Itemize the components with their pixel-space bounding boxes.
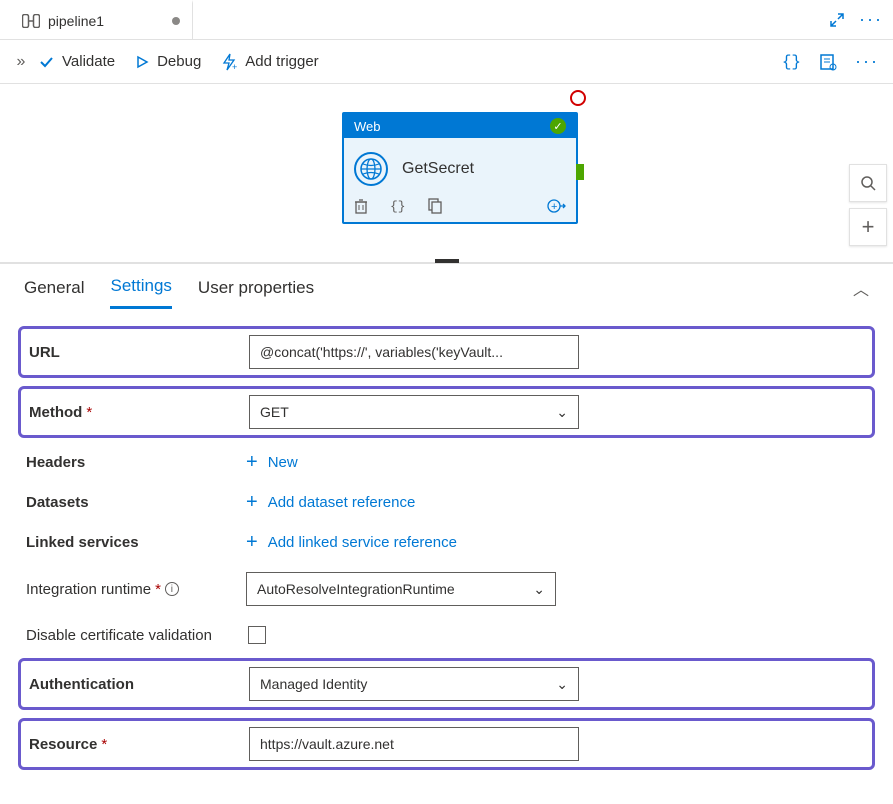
search-canvas-button[interactable]	[849, 164, 887, 202]
integration-runtime-select[interactable]: AutoResolveIntegrationRuntime ⌄	[246, 572, 556, 606]
bolt-icon: +	[221, 53, 237, 71]
label-resource: Resource *	[29, 736, 249, 753]
braces-icon[interactable]: {}	[782, 53, 801, 71]
chevron-down-icon: ⌄	[556, 404, 568, 421]
settings-form: URL Method * GET ⌄ Headers +New Datasets…	[0, 312, 893, 804]
disable-cert-checkbox[interactable]	[248, 626, 266, 644]
expand-icon[interactable]	[829, 12, 845, 28]
web-activity[interactable]: Web ✓ GetSecret {} +	[342, 112, 578, 224]
pipeline-tab[interactable]: pipeline1	[10, 0, 193, 39]
highlight-resource: Resource *	[18, 718, 875, 770]
editor-tab-bar: pipeline1 ···	[0, 0, 893, 40]
label-datasets: Datasets	[26, 494, 246, 511]
svg-text:+: +	[551, 201, 557, 213]
more-icon[interactable]: ···	[859, 9, 883, 30]
url-input[interactable]	[249, 335, 579, 369]
highlight-authentication: Authentication Managed Identity ⌄	[18, 658, 875, 710]
add-trigger-button[interactable]: + Add trigger	[221, 53, 318, 71]
activity-type: Web	[354, 119, 381, 134]
label-integration-runtime: Integration runtime * i	[26, 581, 246, 598]
toolbar-more-icon[interactable]: ···	[855, 51, 879, 72]
check-icon	[38, 54, 54, 70]
pipeline-canvas[interactable]: Web ✓ GetSecret {} + +	[0, 84, 893, 264]
debug-button[interactable]: Debug	[135, 53, 201, 70]
svg-text:+: +	[232, 62, 237, 71]
label-disable-cert: Disable certificate validation	[26, 627, 248, 644]
resize-handle[interactable]	[435, 259, 459, 263]
method-select[interactable]: GET ⌄	[249, 395, 579, 429]
globe-icon	[354, 152, 388, 186]
toolbar: » Validate Debug + Add trigger {} ···	[0, 40, 893, 84]
pipeline-icon	[22, 14, 40, 28]
connector-icon[interactable]	[576, 164, 584, 180]
label-method: Method *	[29, 404, 249, 421]
authentication-select[interactable]: Managed Identity ⌄	[249, 667, 579, 701]
tab-general[interactable]: General	[24, 268, 84, 308]
resource-input[interactable]	[249, 727, 579, 761]
chevron-down-icon: ⌄	[556, 676, 568, 693]
info-icon[interactable]: i	[165, 582, 179, 596]
highlight-method: Method * GET ⌄	[18, 386, 875, 438]
properties-icon[interactable]	[819, 53, 837, 71]
tab-user-properties[interactable]: User properties	[198, 268, 314, 308]
add-canvas-button[interactable]: +	[849, 208, 887, 246]
label-linked-services: Linked services	[26, 534, 246, 551]
validate-button[interactable]: Validate	[38, 53, 115, 70]
tab-settings[interactable]: Settings	[110, 266, 171, 309]
pipeline-name: pipeline1	[48, 13, 104, 29]
add-header-button[interactable]: +New	[246, 452, 576, 472]
activity-header: Web ✓	[344, 114, 576, 138]
chevron-up-icon[interactable]: ︿	[853, 276, 869, 300]
label-headers: Headers	[26, 454, 246, 471]
unsaved-indicator-icon	[172, 17, 180, 25]
label-url: URL	[29, 344, 249, 361]
play-icon	[135, 55, 149, 69]
label-authentication: Authentication	[29, 676, 249, 693]
add-dataset-button[interactable]: +Add dataset reference	[246, 492, 576, 512]
property-tabs: General Settings User properties ︿	[0, 264, 893, 312]
delete-icon[interactable]	[354, 198, 368, 214]
activity-name: GetSecret	[402, 160, 474, 178]
chevron-down-icon: ⌄	[533, 581, 545, 598]
collapse-left-icon[interactable]: »	[14, 53, 28, 71]
breakpoint-icon[interactable]	[570, 90, 586, 106]
success-check-icon: ✓	[550, 118, 566, 134]
copy-icon[interactable]	[428, 198, 442, 214]
add-linked-service-button[interactable]: +Add linked service reference	[246, 532, 576, 552]
code-icon[interactable]: {}	[390, 199, 406, 214]
output-icon[interactable]: +	[546, 198, 566, 214]
highlight-url: URL	[18, 326, 875, 378]
